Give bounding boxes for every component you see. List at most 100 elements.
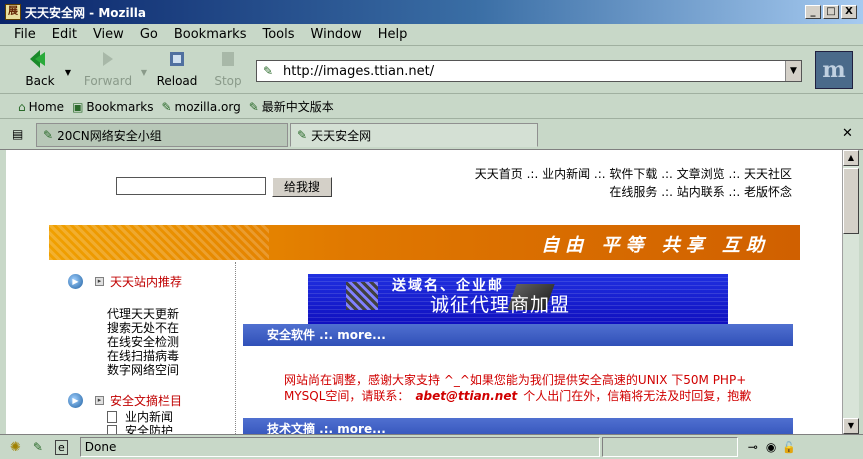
site-notice: 网站尚在调整，感谢大家支持 ^_^如果您能为我们提供安全高速的UNIX 下50M… xyxy=(284,372,784,404)
home-link[interactable]: ⌂ Home xyxy=(18,100,64,114)
forward-button[interactable]: Forward xyxy=(82,49,134,91)
menu-window[interactable]: Window xyxy=(303,27,370,42)
chinese-version-link[interactable]: ✎ 最新中文版本 xyxy=(249,98,334,115)
privacy-eye-icon[interactable]: ◉ xyxy=(766,440,776,454)
bookmarks-link[interactable]: ▣ Bookmarks xyxy=(72,100,153,114)
component-bar-mail-icon[interactable]: ✎ xyxy=(33,440,43,454)
maximize-button[interactable]: □ xyxy=(823,5,839,19)
status-bar: ✺ ✎ e Done ⊸ ◉ 🔓 xyxy=(0,434,863,459)
page-content: 给我搜 天天首页 .:. 业内新闻 .:. 软件下载 .:. 文章浏览 .:. … xyxy=(6,150,842,434)
status-text: Done xyxy=(79,437,600,457)
online-plug-icon[interactable]: ⊸ xyxy=(748,440,758,454)
list-item[interactable]: 安全防护 xyxy=(107,424,173,434)
close-button[interactable]: X xyxy=(841,5,857,19)
menu-go[interactable]: Go xyxy=(132,27,166,42)
list-item[interactable]: 在线安全检测 xyxy=(107,335,179,349)
document-icon xyxy=(107,411,117,423)
section-bar-articles[interactable]: 技术文摘 .:. more... xyxy=(243,418,793,434)
progress-meter xyxy=(601,437,738,457)
site-search-button[interactable]: 给我搜 xyxy=(272,177,332,197)
top-navigation: 天天首页 .:. 业内新闻 .:. 软件下载 .:. 文章浏览 .:. 天天社区… xyxy=(475,165,792,201)
scroll-up-icon[interactable]: ▲ xyxy=(843,150,859,166)
minimize-button[interactable]: _ xyxy=(805,5,821,19)
document-icon xyxy=(107,425,117,434)
personal-toolbar: ⌂ Home ▣ Bookmarks ✎ mozilla.org ✎ 最新中文版… xyxy=(0,95,863,119)
security-lock-icon[interactable]: 🔓 xyxy=(782,441,796,454)
bookmarks-icon: ▣ xyxy=(72,99,84,114)
digest-list: 业内新闻 安全防护 xyxy=(107,410,173,434)
contact-email-link[interactable]: abet@ttian.net xyxy=(415,389,517,403)
world-map-graphic xyxy=(49,225,269,260)
tab-label: 20CN网络安全小组 xyxy=(57,128,162,143)
window-title: 天天安全网 - Mozilla xyxy=(25,5,146,20)
mozilla-org-label: mozilla.org xyxy=(174,99,241,114)
stop-icon xyxy=(222,52,234,66)
reload-label: Reload xyxy=(156,74,198,88)
menu-file[interactable]: File xyxy=(6,27,44,42)
home-label: Home xyxy=(28,99,65,114)
chevron-down-icon: ▼ xyxy=(64,68,72,77)
stop-label: Stop xyxy=(214,74,242,88)
scroll-thumb[interactable] xyxy=(843,168,859,234)
list-item[interactable]: 代理天天更新 xyxy=(107,307,179,321)
mozilla-app-icon: 展 xyxy=(5,4,21,20)
bookmark-page-icon: ✎ xyxy=(161,99,172,114)
tab-20cn[interactable]: ✎ 20CN网络安全小组 xyxy=(36,123,288,147)
sidebar-toggle-icon[interactable]: ▤ xyxy=(12,127,23,141)
topnav-line-2[interactable]: 在线服务 .:. 站内联系 .:. 老版怀念 xyxy=(475,183,792,201)
tab-bar: ▤ ✎ 20CN网络安全小组 ✎ 天天安全网 ✕ xyxy=(0,120,863,150)
play-bullet-icon: ▶ xyxy=(68,274,83,289)
throbber-logo-icon[interactable]: m xyxy=(815,51,853,89)
component-bar-composer-icon[interactable]: e xyxy=(54,439,68,455)
menu-bookmarks[interactable]: Bookmarks xyxy=(166,27,255,42)
back-button[interactable]: Back xyxy=(22,49,58,91)
scroll-down-icon[interactable]: ▼ xyxy=(843,418,859,434)
title-bar: 展 天天安全网 - Mozilla _ □ X xyxy=(0,0,863,24)
close-tab-button[interactable]: ✕ xyxy=(842,126,853,141)
back-label: Back xyxy=(25,74,55,88)
reload-icon xyxy=(170,52,184,66)
site-search-input[interactable] xyxy=(116,177,266,195)
bookmarks-label: Bookmarks xyxy=(86,99,154,114)
url-dropdown-button[interactable]: ▼ xyxy=(785,61,801,81)
vertical-scrollbar[interactable]: ▲ ▼ xyxy=(842,150,859,434)
topnav-line-1[interactable]: 天天首页 .:. 业内新闻 .:. 软件下载 .:. 文章浏览 .:. 天天社区 xyxy=(475,165,792,183)
banner-slogan: 自由 平等 共享 互助 xyxy=(541,235,770,256)
page-icon: ✎ xyxy=(263,64,274,78)
navigation-toolbar: Back ▼ Forward ▼ Reload Stop ✎ ▼ m xyxy=(0,46,863,94)
list-item[interactable]: 在线扫描病毒 xyxy=(107,349,179,363)
section-bar-software[interactable]: 安全软件 .:. more... xyxy=(243,324,793,346)
play-bullet-icon: ▶ xyxy=(68,393,83,408)
home-icon: ⌂ xyxy=(18,99,26,114)
forward-label: Forward xyxy=(83,74,133,88)
tab-ttian-active[interactable]: ✎ 天天安全网 xyxy=(290,123,538,147)
arrow-box-icon: ▸ xyxy=(95,396,104,405)
menu-bar: File Edit View Go Bookmarks Tools Window… xyxy=(0,24,863,46)
menu-help[interactable]: Help xyxy=(370,27,416,42)
list-item[interactable]: 搜索无处不在 xyxy=(107,321,179,335)
page-icon: ✎ xyxy=(43,128,54,142)
ad-banner[interactable]: 送域名、企业邮 诚征代理商加盟 xyxy=(308,274,728,324)
ad-line-2: 诚征代理商加盟 xyxy=(430,294,571,316)
menu-tools[interactable]: Tools xyxy=(254,27,302,42)
notice-line-1: 网站尚在调整，感谢大家支持 ^_^如果您能为我们提供安全高速的UNIX 下50M… xyxy=(284,373,747,387)
stop-button[interactable]: Stop xyxy=(208,49,248,91)
url-input[interactable] xyxy=(283,63,785,79)
sidebar-heading-recommend: ▶ ▸ 天天站内推荐 xyxy=(68,273,182,290)
column-divider xyxy=(235,262,236,434)
mozilla-org-link[interactable]: ✎ mozilla.org xyxy=(161,100,240,114)
chinese-version-label: 最新中文版本 xyxy=(261,100,334,114)
menu-edit[interactable]: Edit xyxy=(44,27,85,42)
sidebar-heading-digest: ▶ ▸ 安全文摘栏目 xyxy=(68,392,182,409)
page-icon: ✎ xyxy=(297,128,308,142)
back-arrow-icon xyxy=(30,50,45,68)
menu-view[interactable]: View xyxy=(85,27,132,42)
site-banner: 自由 平等 共享 互助 xyxy=(49,225,800,260)
reload-button[interactable]: Reload xyxy=(155,49,199,91)
component-bar-navigator-icon[interactable]: ✺ xyxy=(10,440,21,455)
forward-arrow-icon xyxy=(103,52,113,66)
list-item[interactable]: 业内新闻 xyxy=(107,410,173,424)
bookmark-page-icon: ✎ xyxy=(248,99,259,114)
list-item[interactable]: 数字网络空间 xyxy=(107,363,179,377)
url-bar[interactable]: ✎ ▼ xyxy=(256,60,802,82)
